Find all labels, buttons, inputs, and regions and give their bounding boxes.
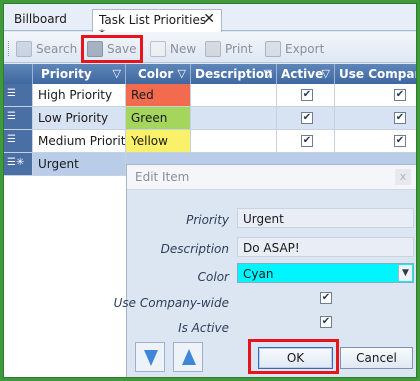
close-tab-icon[interactable]: ✕ — [203, 11, 215, 27]
toolbar-grip[interactable] — [8, 41, 11, 56]
priority-label: Priority — [186, 213, 229, 227]
column-header-priority[interactable]: Priority ▽ — [33, 64, 126, 84]
chevron-down-icon[interactable]: ▼ — [398, 265, 412, 281]
edit-item-dialog: Edit Item x Priority Urgent Description … — [114, 164, 416, 377]
column-header-label: Description — [195, 67, 273, 81]
description-cell[interactable] — [191, 84, 277, 107]
priority-cell[interactable]: Urgent — [33, 153, 126, 176]
company-checkbox[interactable]: ✔ — [394, 89, 406, 101]
is-active-label: Is Active — [178, 321, 229, 335]
company-checkbox[interactable]: ✔ — [394, 135, 406, 147]
active-checkbox[interactable]: ✔ — [301, 135, 313, 147]
description-field[interactable]: Do ASAP! — [237, 237, 414, 257]
new-button-label: New — [170, 42, 197, 56]
description-label: Description — [160, 242, 229, 256]
column-header-label: Use Company- — [339, 67, 416, 81]
save-button[interactable]: Save — [87, 39, 136, 59]
description-cell[interactable] — [191, 130, 277, 153]
active-cell[interactable]: ✔ — [277, 107, 335, 130]
toolbar-divider — [81, 40, 82, 58]
active-checkbox[interactable]: ✔ — [301, 112, 313, 124]
priority-field[interactable]: Urgent — [237, 208, 414, 228]
priority-cell[interactable]: Low Priority — [33, 107, 126, 130]
company-cell[interactable]: ✔ — [335, 107, 416, 130]
ok-button[interactable]: OK — [258, 347, 333, 369]
toolbar: Search Save New Print Export — [4, 32, 416, 63]
tab-billboard[interactable]: Billboard — [8, 9, 90, 31]
use-company-wide-label: Use Company-wide — [113, 296, 229, 310]
row-indicator[interactable]: ☰✳ — [4, 153, 33, 176]
cancel-button[interactable]: Cancel — [340, 347, 413, 369]
priority-cell[interactable]: Medium Priority — [33, 130, 126, 153]
description-cell[interactable] — [191, 107, 277, 130]
active-cell[interactable]: ✔ — [277, 130, 335, 153]
search-button-label: Search — [36, 42, 78, 56]
save-button-label: Save — [107, 42, 137, 56]
tab-task-list-priorities[interactable]: Task List Priorities * ✕ — [92, 9, 222, 41]
move-up-button[interactable] — [173, 342, 203, 372]
table-row[interactable]: ☰ Low Priority Green ✔ ✔ — [4, 107, 416, 130]
column-header-color[interactable]: Color ▽ — [126, 64, 191, 84]
use-company-wide-checkbox[interactable]: ✔ — [320, 292, 332, 304]
move-down-button[interactable] — [135, 342, 165, 372]
app-window: Billboard Task List Priorities * ✕ Searc… — [3, 3, 417, 378]
table-row[interactable]: ☰ Medium Priority Yellow ✔ ✔ — [4, 130, 416, 153]
color-label: Color — [197, 270, 229, 284]
column-header-use-company[interactable]: Use Company- — [335, 64, 416, 84]
export-icon — [265, 41, 281, 57]
company-checkbox[interactable]: ✔ — [394, 112, 406, 124]
company-cell[interactable]: ✔ — [335, 130, 416, 153]
company-cell[interactable]: ✔ — [335, 84, 416, 107]
color-dropdown[interactable]: Cyan ▼ — [237, 263, 414, 283]
column-header-label: Active — [281, 67, 324, 81]
print-button-label: Print — [225, 42, 253, 56]
is-active-checkbox[interactable]: ✔ — [320, 316, 332, 328]
column-header-label: Color — [138, 67, 174, 81]
tab-bar: Billboard Task List Priorities * ✕ — [4, 4, 416, 41]
arrow-down-icon — [144, 350, 158, 366]
color-dropdown-value: Cyan — [243, 267, 274, 281]
print-icon — [205, 41, 221, 57]
dialog-title-bar[interactable]: Edit Item x — [127, 165, 416, 190]
column-header-description[interactable]: Description ▽ — [191, 64, 277, 84]
column-header-active[interactable]: Active ▽ — [277, 64, 335, 84]
priority-cell[interactable]: High Priority — [33, 84, 126, 107]
new-button[interactable]: New — [150, 39, 196, 59]
export-button[interactable]: Export — [265, 39, 324, 59]
row-indicator-header — [4, 64, 33, 84]
print-button[interactable]: Print — [205, 39, 253, 59]
filter-icon[interactable]: ▽ — [178, 67, 186, 80]
active-cell[interactable]: ✔ — [277, 84, 335, 107]
color-cell[interactable]: Yellow — [126, 130, 191, 153]
save-icon — [87, 41, 103, 57]
export-button-label: Export — [285, 42, 325, 56]
table-row[interactable]: ☰ High Priority Red ✔ ✔ — [4, 84, 416, 107]
color-cell[interactable]: Green — [126, 107, 191, 130]
arrow-up-icon — [182, 349, 196, 365]
row-indicator[interactable]: ☰ — [4, 107, 33, 130]
filter-icon[interactable]: ▽ — [113, 67, 121, 80]
row-indicator[interactable]: ☰ — [4, 84, 33, 107]
row-indicator[interactable]: ☰ — [4, 130, 33, 153]
new-icon — [150, 41, 166, 57]
search-icon — [16, 41, 32, 57]
close-icon[interactable]: x — [395, 169, 411, 185]
tab-label: Billboard — [14, 12, 67, 26]
column-header-label: Priority — [41, 67, 92, 81]
filter-icon[interactable]: ▽ — [264, 67, 272, 80]
color-cell[interactable]: Red — [126, 84, 191, 107]
filter-icon[interactable]: ▽ — [322, 67, 330, 80]
dialog-title: Edit Item — [135, 170, 190, 184]
search-button[interactable]: Search — [16, 39, 77, 59]
active-checkbox[interactable]: ✔ — [301, 89, 313, 101]
